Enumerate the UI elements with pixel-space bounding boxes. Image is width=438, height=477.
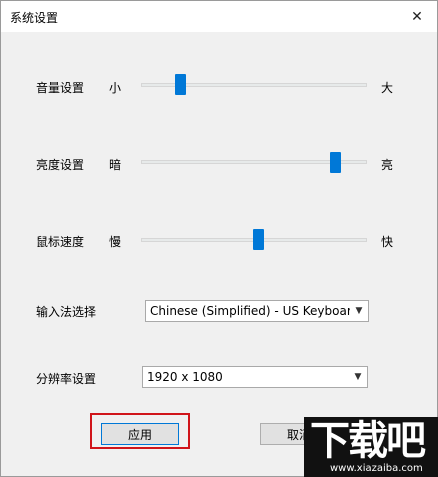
brightness-max-label: 亮: [381, 158, 394, 172]
settings-window: 系统设置 ✕ 音量设置 小 大 亮度设置 暗 亮 鼠标速度 慢 快 输入法选择 …: [0, 0, 438, 477]
input-method-select[interactable]: Chinese (Simplified) - US Keyboard ▼: [145, 300, 369, 322]
mouse-speed-min-label: 慢: [109, 235, 122, 249]
input-method-value: Chinese (Simplified) - US Keyboard: [150, 304, 350, 318]
close-icon[interactable]: ✕: [397, 1, 437, 32]
window-title: 系统设置: [10, 11, 59, 25]
resolution-label: 分辨率设置: [36, 372, 97, 386]
chevron-down-icon: ▼: [355, 306, 363, 316]
volume-max-label: 大: [381, 81, 394, 95]
watermark-logo: 下载吧 www.xiazaiba.com: [304, 417, 438, 477]
apply-highlight-box: [90, 413, 190, 449]
brightness-label: 亮度设置: [36, 158, 85, 172]
watermark-url: www.xiazaiba.com: [330, 463, 423, 474]
brightness-min-label: 暗: [109, 158, 122, 172]
volume-label: 音量设置: [36, 81, 85, 95]
brightness-slider-thumb[interactable]: [330, 152, 342, 173]
mouse-speed-max-label: 快: [381, 235, 394, 249]
mouse-speed-slider-thumb[interactable]: [252, 229, 264, 250]
watermark-title: 下载吧: [310, 418, 426, 464]
resolution-value: 1920 x 1080: [147, 370, 223, 384]
mouse-speed-label: 鼠标速度: [36, 235, 85, 249]
chevron-down-icon: ▼: [354, 372, 362, 382]
volume-slider-thumb[interactable]: [175, 74, 187, 95]
title-bar: 系统设置 ✕: [1, 1, 437, 32]
volume-min-label: 小: [109, 81, 122, 95]
resolution-select[interactable]: 1920 x 1080 ▼: [142, 366, 368, 388]
input-method-label: 输入法选择: [36, 305, 97, 319]
